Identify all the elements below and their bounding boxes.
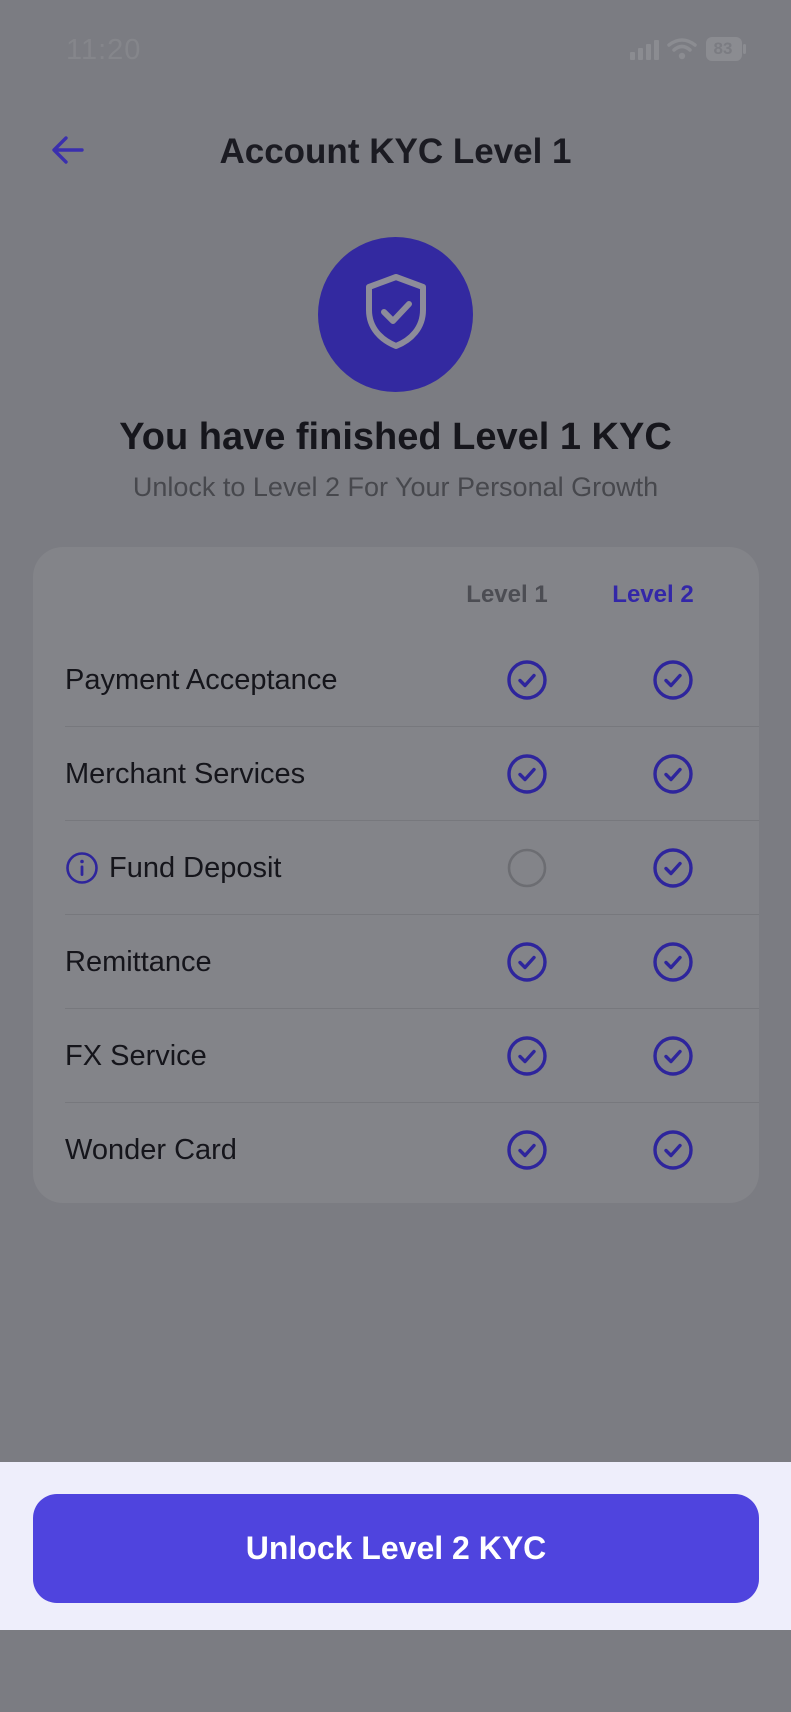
- battery-level: 83: [713, 39, 733, 58]
- feature-name-wrap: Fund Deposit: [65, 821, 282, 915]
- battery-icon: 83: [705, 36, 747, 62]
- check-circle-icon: [506, 659, 548, 701]
- check-circle-icon: [652, 1129, 694, 1171]
- feature-label: Merchant Services: [65, 757, 306, 790]
- kyc-comparison-card: Level 1 Level 2 Payment Acceptance Merch…: [33, 547, 759, 1203]
- feature-row-payment-acceptance: Payment Acceptance: [65, 633, 759, 727]
- feature-label: Payment Acceptance: [65, 663, 338, 696]
- status-bar: 11:20 83: [0, 30, 791, 70]
- check-circle-icon: [652, 659, 694, 701]
- check-circle-icon: [652, 1035, 694, 1077]
- feature-label: Remittance: [65, 945, 212, 978]
- feature-row-remittance: Remittance: [65, 915, 759, 1009]
- feature-name-wrap: FX Service: [65, 1009, 207, 1103]
- signal-icon: [630, 38, 659, 60]
- feature-row-fx-service: FX Service: [65, 1009, 759, 1103]
- info-icon[interactable]: [65, 851, 99, 885]
- wifi-icon: [667, 37, 697, 61]
- shield-check-icon: [361, 272, 431, 357]
- feature-name-wrap: Merchant Services: [65, 727, 305, 821]
- check-circle-icon: [652, 753, 694, 795]
- check-circle-icon: [652, 941, 694, 983]
- status-icons: 83: [630, 36, 747, 62]
- check-circle-icon: [506, 941, 548, 983]
- feature-label: Fund Deposit: [109, 851, 282, 884]
- bottom-action-panel: Unlock Level 2 KYC: [0, 1462, 791, 1630]
- status-time: 11:20: [66, 34, 142, 66]
- empty-circle-icon: [506, 847, 548, 889]
- check-circle-icon: [506, 1129, 548, 1171]
- feature-name-wrap: Payment Acceptance: [65, 633, 337, 727]
- feature-name-wrap: Wonder Card: [65, 1103, 237, 1197]
- shield-badge: [318, 237, 473, 392]
- column-header-level-2: Level 2: [612, 581, 694, 608]
- feature-name-wrap: Remittance: [65, 915, 212, 1009]
- feature-label: FX Service: [65, 1039, 207, 1072]
- headline: You have finished Level 1 KYC: [119, 416, 672, 458]
- page-title: Account KYC Level 1: [219, 132, 572, 171]
- feature-row-fund-deposit: Fund Deposit: [65, 821, 759, 915]
- kyc-screen: 11:20 83 Account KYC Level 1 You have fi…: [0, 0, 791, 1712]
- check-circle-icon: [506, 753, 548, 795]
- check-circle-icon: [506, 1035, 548, 1077]
- feature-row-merchant-services: Merchant Services: [65, 727, 759, 821]
- check-circle-icon: [652, 847, 694, 889]
- column-header-level-1: Level 1: [466, 581, 548, 608]
- feature-label: Wonder Card: [65, 1133, 237, 1166]
- header: Account KYC Level 1: [0, 120, 791, 184]
- subheadline: Unlock to Level 2 For Your Personal Grow…: [132, 472, 659, 502]
- feature-row-wonder-card: Wonder Card: [65, 1103, 759, 1197]
- unlock-level-2-button[interactable]: Unlock Level 2 KYC: [33, 1494, 759, 1603]
